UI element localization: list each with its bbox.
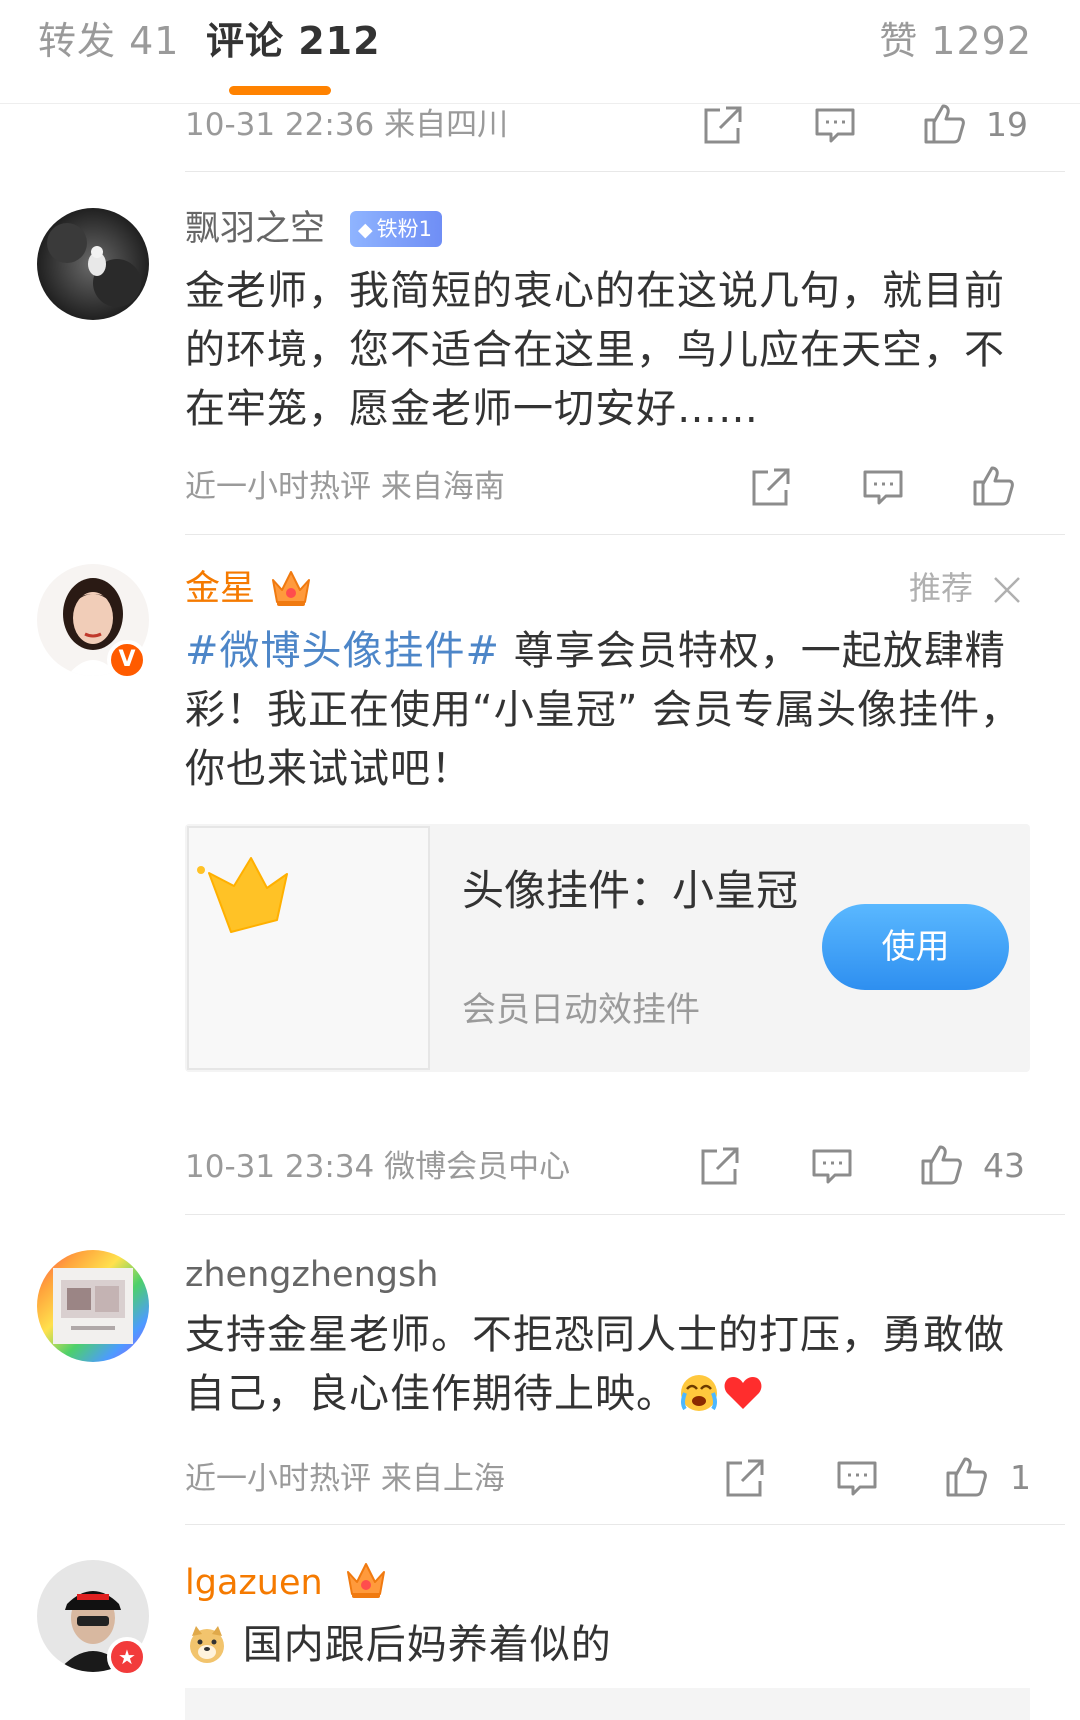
tab-likes[interactable]: 赞 1292	[879, 14, 1032, 68]
share-icon[interactable]	[748, 464, 794, 510]
doge-icon	[185, 1622, 229, 1666]
recommend-label: 推荐	[909, 569, 974, 607]
crown-icon	[344, 1558, 388, 1600]
tab-reposts[interactable]: 转发 41	[38, 14, 179, 68]
like-count: 43	[983, 1146, 1025, 1185]
comment-text: 国内跟后妈养着似的	[185, 1616, 1045, 1675]
comment-icon[interactable]	[860, 464, 906, 510]
crown-icon	[269, 566, 313, 608]
like-icon[interactable]	[970, 462, 1016, 508]
like-count: 19	[986, 105, 1028, 144]
comment-icon[interactable]	[809, 1143, 855, 1189]
username[interactable]: lgazuen	[185, 1560, 323, 1606]
topic-link[interactable]: #微博头像挂件#	[185, 628, 500, 674]
avatar[interactable]	[37, 208, 149, 320]
username[interactable]: 金星	[185, 566, 255, 612]
card-subtitle: 会员日动效挂件	[462, 990, 700, 1030]
heart-icon	[721, 1371, 765, 1415]
share-icon[interactable]	[722, 1455, 768, 1501]
comment-text-body: 支持金星老师。不拒恐同人士的打压，勇敢做自己，良心佳作期待上映。	[185, 1312, 1005, 1417]
comment-tabs: 转发 41 评论 212 赞 1292	[0, 0, 1080, 104]
comment-icon[interactable]	[812, 102, 858, 148]
like-count: 1	[1010, 1458, 1031, 1497]
fan-badge-label: 铁粉1	[376, 217, 432, 241]
comment-text: 支持金星老师。不拒恐同人士的打压，勇敢做自己，良心佳作期待上映。	[185, 1306, 1045, 1424]
comment-text: #微博头像挂件# 尊享会员特权，一起放肆精彩！我正在使用“小皇冠” 会员专属头像…	[185, 622, 1045, 799]
divider	[185, 534, 1065, 535]
comment-meta: 10-31 22:36 来自四川	[185, 107, 509, 143]
username[interactable]: 飘羽之空	[185, 206, 325, 252]
like-icon[interactable]	[921, 100, 967, 146]
diamond-icon: ◆	[358, 219, 373, 241]
comment-meta: 10-31 23:34 微博会员中心	[185, 1149, 571, 1185]
comment-meta: 近一小时热评 来自海南	[185, 469, 505, 505]
use-button[interactable]: 使用	[822, 904, 1009, 990]
avatar[interactable]	[37, 1250, 149, 1362]
avatar-pendant-card[interactable]: 头像挂件：小皇冠 会员日动效挂件 使用	[185, 824, 1030, 1072]
active-tab-indicator	[229, 86, 331, 95]
crying-face-icon	[677, 1371, 721, 1415]
like-icon[interactable]	[918, 1141, 964, 1187]
divider	[185, 1214, 1065, 1215]
close-icon[interactable]	[990, 573, 1024, 607]
comment-text-body: 国内跟后妈养着似的	[229, 1622, 612, 1668]
card-title: 头像挂件：小皇冠	[462, 866, 799, 915]
comment-icon[interactable]	[834, 1455, 880, 1501]
comment-meta: 近一小时热评 来自上海	[185, 1461, 505, 1497]
comment-text: 金老师，我简短的衷心的在这说几句，就目前的环境，您不适合在这里，鸟儿应在天空，不…	[185, 268, 1005, 432]
card-thumbnail	[187, 826, 430, 1070]
tab-comments[interactable]: 评论 212	[206, 14, 381, 68]
share-icon[interactable]	[697, 1143, 743, 1189]
share-icon[interactable]	[700, 102, 746, 148]
divider	[185, 171, 1065, 172]
like-icon[interactable]	[943, 1453, 989, 1499]
fan-badge: ◆ 铁粉1	[350, 211, 442, 247]
verified-badge-icon: V	[107, 640, 147, 680]
star-badge-icon: ★	[107, 1637, 147, 1677]
partial-card	[185, 1688, 1030, 1720]
divider	[185, 1524, 1065, 1525]
username[interactable]: zhengzhengsh	[185, 1252, 438, 1298]
